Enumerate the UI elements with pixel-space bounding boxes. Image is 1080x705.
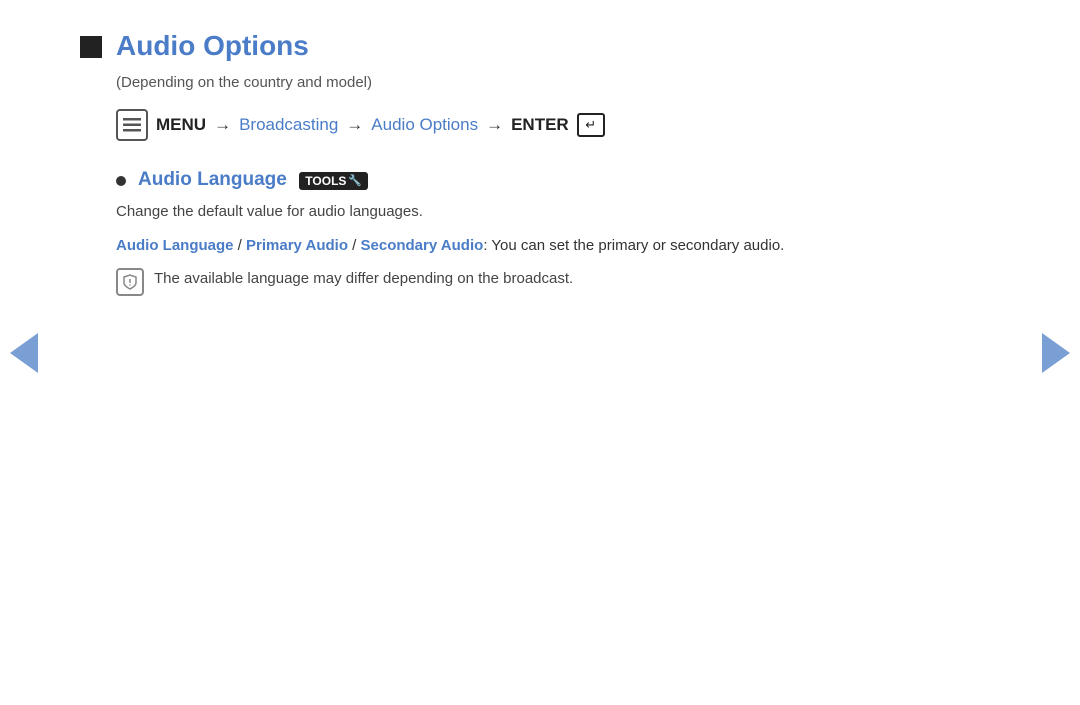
arrow-1: → (214, 115, 231, 135)
prev-page-arrow[interactable] (10, 333, 38, 373)
item-description: Change the default value for audio langu… (116, 201, 920, 224)
tools-badge: TOOLS 🔧 (299, 172, 368, 190)
slash-2: / (348, 237, 361, 254)
broadcasting-link[interactable]: Broadcasting (239, 115, 338, 135)
note-text: The available language may differ depend… (154, 268, 573, 291)
primary-audio-link[interactable]: Primary Audio (246, 237, 348, 254)
audio-language-label: Audio Language (138, 169, 287, 190)
links-text-after: : You can set the primary or secondary a… (483, 237, 784, 254)
next-page-arrow[interactable] (1042, 333, 1070, 373)
title-row: Audio Options (80, 30, 920, 62)
enter-icon: ↵ (577, 113, 605, 137)
slash-1: / (234, 237, 247, 254)
arrow-3: → (486, 115, 503, 135)
tools-badge-text: TOOLS (305, 174, 346, 188)
subtitle: (Depending on the country and model) (116, 74, 920, 91)
audio-options-link[interactable]: Audio Options (371, 115, 478, 135)
tools-icon: 🔧 (348, 174, 362, 187)
bullet-dot (116, 176, 126, 186)
note-row: The available language may differ depend… (116, 268, 920, 296)
item-links-row: Audio Language / Primary Audio / Seconda… (116, 234, 920, 258)
page-content: Audio Options (Depending on the country … (0, 0, 1000, 326)
secondary-audio-link[interactable]: Secondary Audio (361, 237, 484, 254)
bullet-item-audio-language: Audio Language TOOLS 🔧 (116, 169, 920, 191)
bullet-content: Audio Language TOOLS 🔧 (138, 169, 368, 191)
section: Audio Language TOOLS 🔧 Change the defaul… (116, 169, 920, 296)
breadcrumb: MENU → Broadcasting → Audio Options → EN… (116, 109, 920, 141)
audio-language-link[interactable]: Audio Language (116, 237, 234, 254)
arrow-2: → (346, 115, 363, 135)
title-icon (80, 36, 102, 58)
page-title: Audio Options (116, 30, 309, 62)
enter-label: ENTER (511, 115, 569, 135)
menu-label: MENU (156, 115, 206, 135)
note-icon (116, 268, 144, 296)
menu-icon (116, 109, 148, 141)
